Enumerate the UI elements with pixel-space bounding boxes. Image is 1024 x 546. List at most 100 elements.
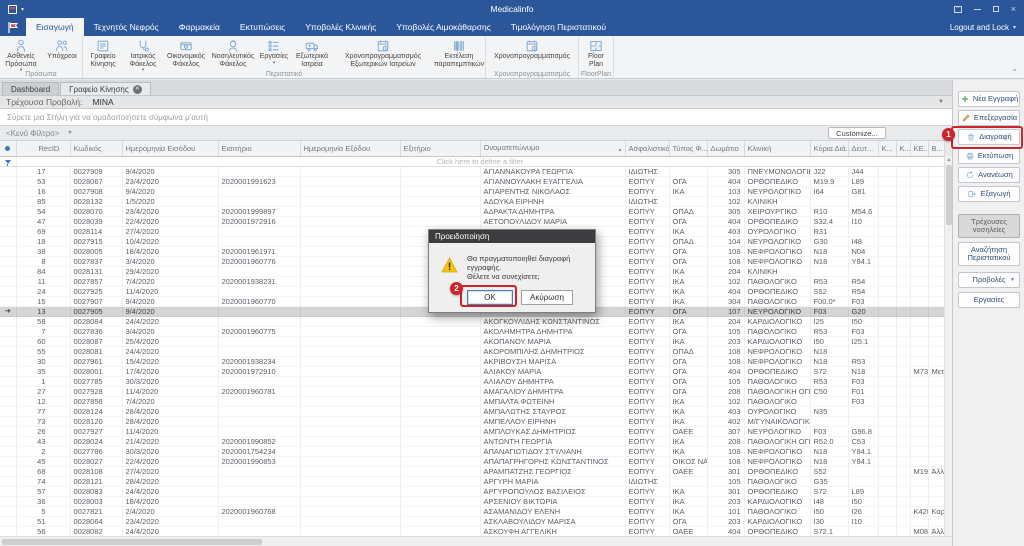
table-row[interactable]: 43002802421/4/20202020001990852ΑΝΤΩΝΤΗ Γ…: [0, 436, 944, 446]
table-row[interactable]: 56002808224/4/2020ΑΣΚΟΥΦΗ ΑΓΓΕΛΙΚΗΕΟΠΥΥΟ…: [0, 526, 944, 536]
table-row[interactable]: 45002802722/4/20202020001990853ΑΠΑΠΑΓΡΗΓ…: [0, 456, 944, 466]
column-header-Εισιτήριο[interactable]: Εισιτήριο: [218, 141, 300, 156]
table-row[interactable]: 54002807023/4/20202020001999897ΑΔΡΑΚΤΑ Δ…: [0, 206, 944, 216]
table-row[interactable]: 58002808424/4/2020ΑΚΟΓΚΟΥΛΙΔΗΣ ΚΩΝΣΤΑΝΤΙ…: [0, 316, 944, 326]
table-row[interactable]: 53002806723/4/20202020001991623ΑΓΙΑΝΝΟΥΛ…: [0, 176, 944, 186]
table-row[interactable]: 500278212/4/20202020001960768ΑΣΑΜΑΝΙΔΟΥ …: [0, 506, 944, 516]
column-header-Β...[interactable]: Β...: [928, 141, 944, 156]
ribbon-tab-Εισαγωγή[interactable]: Εισαγωγή: [26, 18, 84, 36]
file-menu-button[interactable]: [0, 18, 26, 36]
group-by-panel[interactable]: Σύρετε μια Στήλη για να ομαδοποιήσετε σύ…: [0, 109, 952, 126]
column-header-Ασφαλιστικό...[interactable]: Ασφαλιστικό...: [625, 141, 669, 156]
doc-tab-Γραφείο Κίνησης[interactable]: Γραφείο Κίνησης✕: [60, 82, 151, 95]
sidebar-button-Νέα Εγγραφή[interactable]: Νέα Εγγραφή: [958, 91, 1020, 107]
table-row[interactable]: 55002808124/4/2020ΑΚΟΡΟΜΠΙΛΗΣ ΔΗΜΗΤΡΙΟΣΕ…: [0, 346, 944, 356]
column-header-Κωδικός[interactable]: Κωδικός: [70, 141, 122, 156]
table-row[interactable]: 68002810827/4/2020ΑΡΑΜΠΑΤΖΗΣ ΓΕΩΡΓΙΟΣΕΟΠ…: [0, 466, 944, 476]
column-header-RecID[interactable]: RecID: [16, 141, 70, 156]
ribbon-tab-Υποβολές Κλινικής[interactable]: Υποβολές Κλινικής: [295, 18, 386, 36]
ribbon-button-Νοσηλευτικός Φάκελος[interactable]: Νοσηλευτικός Φάκελος: [209, 37, 257, 71]
qat-caret-icon[interactable]: ▾: [21, 6, 24, 13]
minimize-button[interactable]: [974, 9, 981, 10]
column-header-Κύρια Διά...[interactable]: Κύρια Διά...: [810, 141, 848, 156]
ribbon-options-button[interactable]: ^: [954, 6, 962, 13]
ribbon-button-Ιατρικός Φάκελος[interactable]: Ιατρικός Φάκελος▾: [123, 37, 163, 71]
table-row[interactable]: 57002808324/4/2020ΑΡΓΥΡΟΠΟΥΛΟΣ ΒΑΣΙΛΕΙΟΣ…: [0, 486, 944, 496]
ribbon-button-Ασθενείς Πρόσωπα[interactable]: Ασθενείς Πρόσωπα▾: [0, 37, 42, 71]
empty-filter-chip[interactable]: <Κενό Φίλτρο>: [0, 129, 59, 138]
ribbon-button-Οικονομικός Φάκελος[interactable]: Οικονομικός Φάκελος: [163, 37, 209, 71]
cancel-button[interactable]: Ακύρωση: [521, 290, 573, 305]
view-dropdown-icon[interactable]: ▼: [938, 99, 944, 105]
ribbon-button-Εξωτερικά Ιατρεία[interactable]: Εξωτερικά Ιατρεία: [291, 37, 333, 71]
column-header-ΚΕ...[interactable]: ΚΕ...: [910, 141, 928, 156]
sidebar-button-Ανανέωση[interactable]: Ανανέωση: [958, 167, 1020, 183]
table-row[interactable]: 2002778630/3/20202020001754234ΑΠΑΝΑΓΙΩΤΙ…: [0, 446, 944, 456]
table-row[interactable]: 1002778530/3/2020ΑΛΙΑΛΟΥ ΔΗΜΗΤΡΑΕΟΠΥΥΟΓΑ…: [0, 376, 944, 386]
sidebar-button-Τρέχουσες νοσηλείες[interactable]: Τρέχουσες νοσηλείες: [958, 214, 1020, 238]
column-header-Ημερομηνία Εισόδου[interactable]: Ημερομηνία Εισόδου: [122, 141, 218, 156]
column-header-Κλινική[interactable]: Κλινική: [744, 141, 810, 156]
table-row[interactable]: 30002796115/4/20202020001938234ΑΚΡΙΒΟΥΣΗ…: [0, 356, 944, 366]
current-view-value[interactable]: MINA: [82, 97, 113, 107]
column-header-Δωμάτιο[interactable]: Δωμάτιο: [707, 141, 744, 156]
doc-tab-Dashboard[interactable]: Dashboard: [2, 82, 59, 95]
ribbon-collapse-icon[interactable]: ⌃: [1011, 68, 1018, 77]
table-row[interactable]: 36002800318/4/2020ΑΡΣΕΝΙΟΥ ΒΙΚΤΩΡΙΑΕΟΠΥΥ…: [0, 496, 944, 506]
ribbon-button-Εργασίες[interactable]: Εργασίες▾: [257, 37, 291, 71]
vertical-scrollbar[interactable]: ▲: [944, 156, 952, 536]
ribbon-button-Χρονοπρογραμματισμός[interactable]: Χρονοπρογραμματισμός: [486, 37, 578, 71]
table-row[interactable]: 1600279089/4/2020ΑΓΙΑΡΕΝΤΗΣ ΝΙΚΟΛΑΟΣΕΟΠΥ…: [0, 186, 944, 196]
quick-access-toolbar[interactable]: ▾: [0, 5, 24, 14]
filter-hint[interactable]: Click here to define a filter: [16, 156, 944, 166]
logout-and-lock-button[interactable]: Logout and Lock ▾: [950, 18, 1016, 36]
table-row[interactable]: 74002812128/4/2020ΑΡΓΥΡΗ ΜΑΡΙΑΙΔΙΩΤΗΣ105…: [0, 476, 944, 486]
ribbon-tab-Τεχνητός Νεφρός[interactable]: Τεχνητός Νεφρός: [84, 18, 169, 36]
ribbon-button-Floor Plan[interactable]: Floor Plan: [579, 37, 613, 71]
grid-filter-row[interactable]: Click here to define a filter: [0, 156, 944, 166]
sidebar-button-Αναζήτηση Περιστατικού[interactable]: Αναζήτηση Περιστατικού: [958, 242, 1020, 266]
table-row[interactable]: 700278363/4/20202020001960775ΑΚΟΛΗΜΗΤΡΑ …: [0, 326, 944, 336]
ribbon-tab-Τιμολόγηση Περιστατικού[interactable]: Τιμολόγηση Περιστατικού: [501, 18, 616, 36]
dialog-title[interactable]: Προειδοποίηση: [429, 230, 595, 243]
table-row[interactable]: 1700279099/4/2020ΑΓΙΑΝΝΑΚΟΥΡΑ ΓΕΩΡΓΙΑΙΔΙ…: [0, 166, 944, 176]
ribbon-button-Υπόχρεοι[interactable]: Υπόχρεοι: [42, 37, 82, 71]
sidebar-button-Εργασίες[interactable]: Εργασίες: [958, 292, 1020, 308]
sidebar-button-Εξαγωγή[interactable]: Εξαγωγή: [958, 186, 1020, 202]
horizontal-scrollbar[interactable]: [0, 536, 952, 546]
patients-grid[interactable]: RecIDΚωδικόςΗμερομηνία ΕισόδουΕισιτήριοΗ…: [0, 141, 944, 536]
table-row[interactable]: 8500281321/5/2020ΑΔΟΥΚΑ ΕΙΡΗΝΗΙΔΙΩΤΗΣ102…: [0, 196, 944, 206]
column-header-Κ...[interactable]: Κ...: [878, 141, 896, 156]
table-row[interactable]: 60002808725/4/2020ΑΚΟΠΑΝΟΥ ΜΑΡΙΑΕΟΠΥΥΙΚΑ…: [0, 336, 944, 346]
ribbon-tab-Εκτυπώσεις[interactable]: Εκτυπώσεις: [230, 18, 295, 36]
column-header-Ημερομηνία Εξόδου[interactable]: Ημερομηνία Εξόδου: [300, 141, 400, 156]
maximize-button[interactable]: [993, 6, 999, 12]
sidebar-button-Επεξεργασία[interactable]: Επεξεργασία: [958, 110, 1020, 126]
chevron-down-icon[interactable]: ▼: [67, 130, 72, 136]
column-header-Εξιτήριο[interactable]: Εξιτήριο: [400, 141, 480, 156]
table-row[interactable]: 27002792811/4/20202020001960781ΑΜΑΓΑΛΙΟΥ…: [0, 386, 944, 396]
column-header-Κ...[interactable]: Κ...: [896, 141, 910, 156]
column-header-Τύπος Φ...[interactable]: Τύπος Φ...: [669, 141, 707, 156]
table-row[interactable]: 1200278587/4/2020ΑΜΠΑΛΤΑ ΦΩΤΕΙΝΗΕΟΠΥΥΙΚΑ…: [0, 396, 944, 406]
table-row[interactable]: 26002792711/4/2020ΑΜΠΛΟΥΚΑΣ ΔΗΜΗΤΡΙΟΣΕΟΠ…: [0, 426, 944, 436]
ribbon-button-Εκτέλεση παραπεμπτικών[interactable]: Εκτέλεση παραπεμπτικών: [433, 37, 485, 71]
table-row[interactable]: 51002806423/4/2020ΑΣΚΛΑΒΟΥΛΙΔΟΥ ΜΑΡΙΣΑΕΟ…: [0, 516, 944, 526]
column-header-Ονοματεπώνυμο[interactable]: Ονοματεπώνυμο▲: [480, 141, 625, 156]
chevron-down-icon[interactable]: ▼: [1010, 276, 1015, 284]
table-row[interactable]: 77002812428/4/2020ΑΜΠΑΛΩΤΗΣ ΣΤΑΥΡΟΣΕΟΠΥΥ…: [0, 406, 944, 416]
customize-button[interactable]: Customize...: [828, 127, 886, 139]
sidebar-button-Προβολές[interactable]: Προβολές▼: [958, 272, 1020, 288]
close-button[interactable]: ×: [1011, 0, 1016, 18]
close-tab-icon[interactable]: ✕: [133, 85, 142, 94]
table-row[interactable]: 47002803922/4/20202020001972916ΑΕΤΟΠΟΥΛΙ…: [0, 216, 944, 226]
ribbon-tab-Υποβολές Αιμοκάθαρσης[interactable]: Υποβολές Αιμοκάθαρσης: [386, 18, 500, 36]
table-row[interactable]: 73002812028/4/2020ΑΜΠΕΛΛΟΥ ΕΙΡΗΝΗΕΟΠΥΥΙΚ…: [0, 416, 944, 426]
sidebar-button-Εκτύπωση[interactable]: Εκτύπωση: [958, 148, 1020, 164]
table-row[interactable]: 35002800117/4/20202020001972910ΑΛΙΑΚΟΥ Μ…: [0, 366, 944, 376]
ribbon-tab-Φαρμακεία[interactable]: Φαρμακεία: [169, 18, 230, 36]
column-header-Δευτ...[interactable]: Δευτ...: [848, 141, 878, 156]
horizontal-scroll-thumb[interactable]: [2, 539, 262, 545]
ribbon-button-Χρονοπρογραμματισμός Εξωτερικών Ιατρείων[interactable]: Χρονοπρογραμματισμός Εξωτερικών Ιατρείων: [333, 37, 433, 71]
ribbon-button-Γραφείο Κίνησης[interactable]: Γραφείο Κίνησης: [83, 37, 123, 71]
